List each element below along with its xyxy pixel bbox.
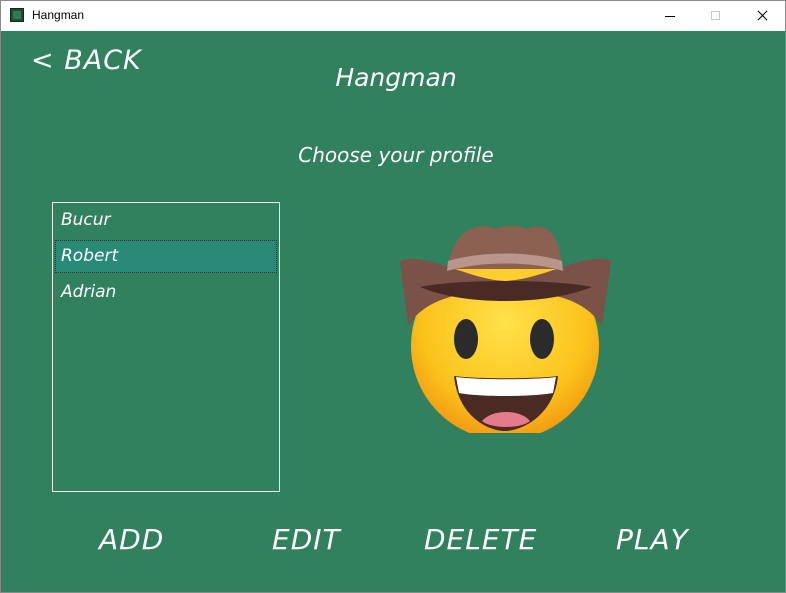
delete-button[interactable]: DELETE (424, 523, 537, 556)
title-bar[interactable]: Hangman (1, 1, 785, 31)
profile-list[interactable]: Bucur Robert Adrian (52, 202, 280, 492)
window-title: Hangman (32, 8, 85, 22)
list-item[interactable]: Adrian (55, 276, 277, 309)
app-window: Hangman < BACK Hangman Choose your profi… (0, 0, 786, 593)
app-icon (10, 8, 24, 22)
maximize-button[interactable] (693, 1, 739, 31)
play-button[interactable]: PLAY (616, 523, 689, 556)
list-item[interactable]: Bucur (55, 204, 277, 237)
page-title: Hangman (335, 63, 457, 92)
close-button[interactable] (739, 1, 785, 31)
page-subtitle: Choose your profile (298, 143, 494, 167)
list-item-selected[interactable]: Robert (55, 240, 277, 273)
edit-button[interactable]: EDIT (272, 523, 341, 556)
add-button[interactable]: ADD (99, 523, 164, 556)
main-panel: < BACK Hangman Choose your profile Bucur… (1, 31, 785, 592)
cowboy-emoji-icon (396, 221, 614, 440)
minimize-button[interactable] (647, 1, 693, 31)
